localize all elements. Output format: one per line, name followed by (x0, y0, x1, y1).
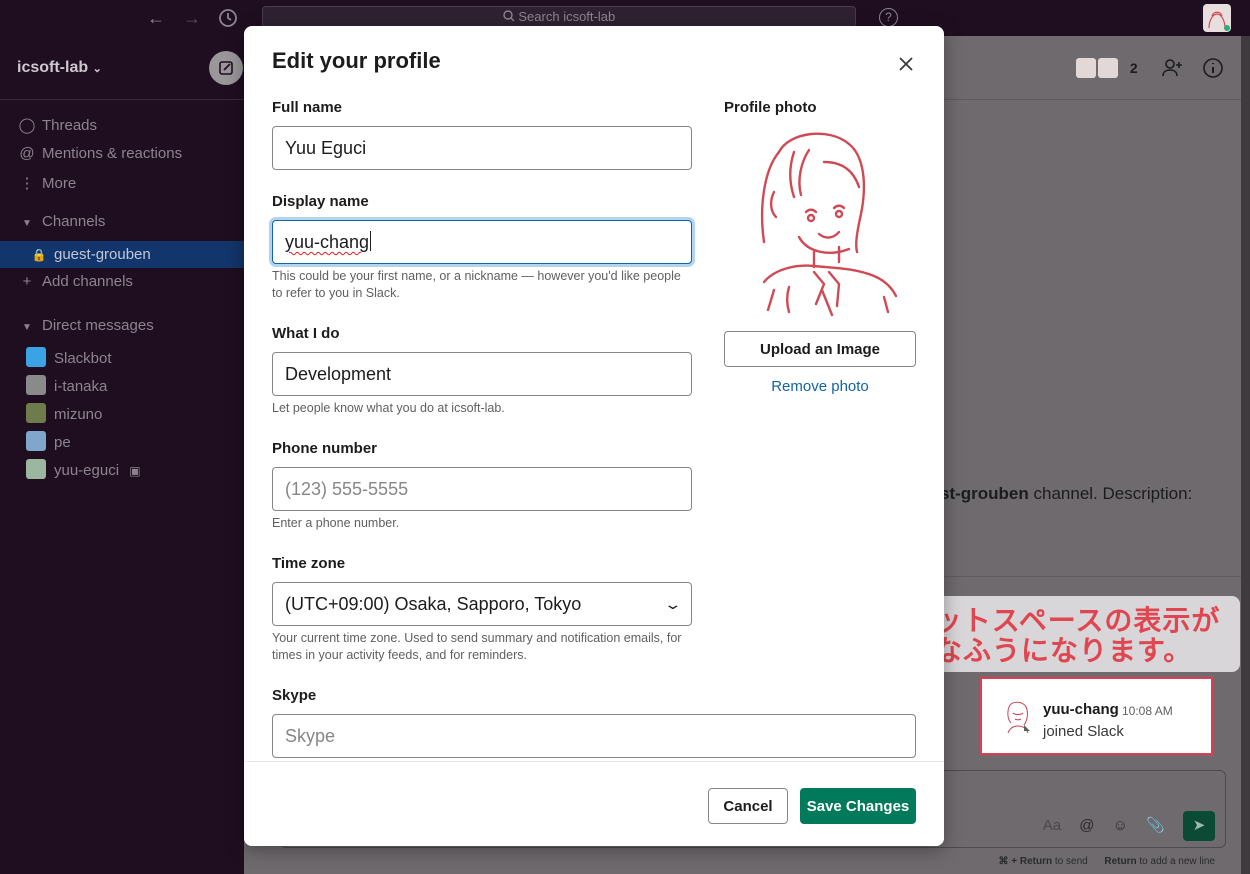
phone-help: Enter a phone number. (272, 516, 400, 530)
mention-icon[interactable]: @ (1079, 817, 1094, 834)
sidebar: icsoft-lab ⌄ ◯ Threads @ Mentions & reacti… (0, 36, 244, 874)
dm-item-i-tanaka[interactable]: i-tanaka (26, 375, 107, 397)
save-changes-button[interactable]: Save Changes (800, 788, 916, 824)
camera-icon: ▣ (129, 464, 141, 478)
lock-icon: 🔒 (31, 248, 47, 262)
time-zone-select[interactable]: (UTC+09:00) Osaka, Sapporo, Tokyo ⌄ (272, 582, 692, 626)
avatar (26, 431, 46, 451)
message-timestamp: 10:08 AM (1122, 704, 1173, 718)
what-i-do-label: What I do (272, 325, 340, 342)
message-text: joined Slack (1043, 723, 1124, 740)
remove-photo-link[interactable]: Remove photo (724, 378, 916, 395)
dm-item-yuu-eguci[interactable]: yuu-eguci ▣ (26, 459, 141, 481)
sidebar-item-guest-grouben[interactable]: 🔒 guest-grouben (0, 241, 244, 268)
text-caret (370, 231, 372, 251)
emoji-icon[interactable]: ☺ (1113, 817, 1128, 834)
more-dots-icon: ⋮ (19, 175, 35, 192)
at-icon: @ (19, 145, 35, 162)
attach-icon[interactable]: 📎 (1146, 817, 1165, 834)
joined-message-preview: yuu-chang 10:08 AM joined Slack (980, 677, 1213, 755)
upload-image-button[interactable]: Upload an Image (724, 331, 916, 367)
avatar (1076, 58, 1096, 78)
user-avatar[interactable] (1203, 4, 1231, 32)
sidebar-divider (0, 99, 244, 100)
cancel-button[interactable]: Cancel (708, 788, 788, 824)
caret-down-icon: ▼ (22, 218, 32, 229)
search-placeholder: Search icsoft-lab (518, 9, 616, 24)
direct-messages-header[interactable]: ▼ Direct messages (18, 315, 154, 337)
skype-label: Skype (272, 687, 317, 704)
time-zone-help: Your current time zone. Used to send sum… (272, 631, 682, 662)
chevron-down-icon: ⌄ (92, 63, 102, 75)
display-name-label: Display name (272, 193, 369, 210)
add-member-icon[interactable] (1160, 56, 1184, 80)
display-name-input[interactable]: yuu-chang (272, 220, 692, 264)
profile-photo (761, 132, 898, 317)
time-zone-label: Time zone (272, 555, 346, 572)
workspace-name[interactable]: icsoft-lab ⌄ (17, 59, 102, 77)
compose-icon (219, 61, 233, 75)
sidebar-item-more[interactable]: ⋮ More (18, 173, 77, 195)
dm-item-pe[interactable]: pe (26, 431, 71, 453)
phone-input[interactable]: (123) 555-5555 (272, 467, 692, 511)
avatar (26, 459, 46, 479)
avatar (26, 375, 46, 395)
info-icon[interactable] (1201, 56, 1225, 80)
composer-toolbar: Aa @ ☺ 📎 ➤ (1029, 811, 1215, 841)
threads-icon: ◯ (18, 117, 36, 134)
what-i-do-input[interactable]: Development (272, 352, 692, 396)
channels-header[interactable]: ▼ Channels (18, 211, 105, 233)
what-i-do-help: Let people know what you do at icsoft-la… (272, 401, 505, 415)
display-name-help: This could be your first name, or a nick… (272, 269, 681, 300)
search-bar[interactable]: Search icsoft-lab (262, 6, 856, 28)
members-button[interactable]: 2 (1076, 58, 1138, 78)
plus-icon: + (22, 273, 32, 290)
dm-item-slackbot[interactable]: Slackbot (26, 347, 112, 369)
composer-hint: ⌘ + Return to send Return to add a new l… (998, 856, 1215, 867)
scrollbar[interactable] (1241, 36, 1250, 874)
full-name-input[interactable]: Yuu Eguci (272, 126, 692, 170)
avatar (1098, 58, 1118, 78)
sidebar-item-threads[interactable]: ◯ Threads (18, 115, 97, 137)
close-icon[interactable] (894, 52, 918, 76)
full-name-label: Full name (272, 99, 343, 116)
search-icon (503, 9, 519, 24)
message-author[interactable]: yuu-chang (1043, 701, 1119, 718)
dm-item-mizuno[interactable]: mizuno (26, 403, 102, 425)
dialog-footer: Cancel Save Changes (244, 761, 944, 846)
avatar (26, 347, 46, 367)
help-icon[interactable]: ? (879, 8, 898, 27)
send-icon[interactable]: ➤ (1183, 811, 1215, 841)
profile-photo-label: Profile photo (724, 99, 817, 116)
history-clock-icon[interactable] (218, 8, 238, 28)
edit-profile-dialog: Edit your profile Full name Yuu Eguci Di… (244, 26, 944, 846)
avatar (1007, 701, 1030, 734)
sidebar-item-mentions[interactable]: @ Mentions & reactions (18, 143, 182, 165)
compose-button[interactable] (209, 51, 243, 85)
add-channels-button[interactable]: + Add channels (18, 271, 133, 293)
caret-down-icon: ▼ (22, 322, 32, 333)
forward-arrow-icon[interactable]: → (182, 8, 202, 28)
channel-description: st-grouben channel. Description: (940, 484, 1193, 503)
format-toggle[interactable]: Aa (1043, 817, 1061, 834)
chevron-down-icon: ⌄ (663, 596, 683, 612)
avatar (26, 403, 46, 423)
back-arrow-icon[interactable]: ← (146, 8, 166, 28)
dialog-title: Edit your profile (272, 48, 441, 73)
skype-input[interactable]: Skype (272, 714, 916, 758)
phone-label: Phone number (272, 440, 378, 457)
